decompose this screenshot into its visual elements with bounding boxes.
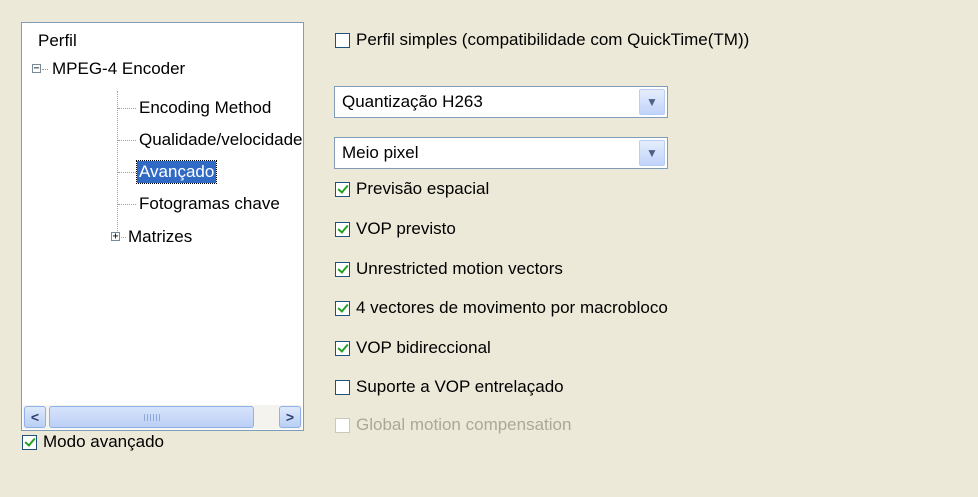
chevron-down-icon[interactable]: ▼ [639, 140, 665, 166]
expand-icon[interactable]: + [111, 232, 120, 242]
tree-connector [118, 204, 136, 205]
checkmark-icon[interactable] [335, 181, 350, 197]
checkmark-icon[interactable] [22, 434, 37, 450]
scroll-right-button[interactable]: > [279, 406, 301, 428]
scroll-left-button[interactable]: < [24, 406, 46, 428]
option-label: VOP previsto [356, 219, 456, 238]
grip-icon [144, 414, 160, 421]
option-label: Previsão espacial [356, 179, 490, 198]
quantization-value: Quantização H263 [342, 92, 483, 111]
option-label: Unrestricted motion vectors [356, 259, 563, 278]
checkmark-icon[interactable] [335, 300, 350, 316]
option-label: Suporte a VOP entrelaçado [356, 377, 564, 396]
checkbox-icon[interactable] [335, 32, 350, 48]
chevron-down-icon[interactable]: ▼ [639, 89, 665, 115]
tree-item-qualidade[interactable]: Qualidade/velocidade [139, 129, 303, 151]
checkmark-icon[interactable] [335, 221, 350, 237]
tree-item-perfil[interactable]: Perfil [38, 30, 77, 52]
advanced-mode-label: Modo avançado [43, 432, 164, 451]
global-motion-checkbox: Global motion compensation [335, 414, 571, 436]
tree-connector [121, 237, 126, 238]
tree-connector [118, 140, 136, 141]
unrestricted-mv-checkbox[interactable]: Unrestricted motion vectors [335, 258, 563, 280]
interlaced-vop-checkbox[interactable]: Suporte a VOP entrelaçado [335, 376, 564, 398]
tree-connector [42, 69, 48, 70]
option-label: VOP bidireccional [356, 338, 491, 357]
simple-profile-checkbox[interactable]: Perfil simples (compatibilidade com Quic… [335, 29, 749, 51]
checkmark-icon[interactable] [335, 261, 350, 277]
horizontal-scrollbar[interactable]: < > [23, 405, 302, 429]
tree-connector [118, 108, 136, 109]
checkmark-icon[interactable] [335, 340, 350, 356]
predicted-vop-checkbox[interactable]: VOP previsto [335, 218, 456, 240]
checkbox-icon [335, 417, 350, 433]
tree-item-mpeg4-encoder[interactable]: MPEG-4 Encoder [52, 58, 185, 80]
profile-tree[interactable]: Perfil − MPEG-4 Encoder Encoding Method … [21, 22, 304, 431]
simple-profile-label: Perfil simples (compatibilidade com Quic… [356, 30, 750, 49]
four-mv-checkbox[interactable]: 4 vectores de movimento por macrobloco [335, 297, 668, 319]
collapse-icon[interactable]: − [32, 64, 41, 74]
tree-item-encoding-method[interactable]: Encoding Method [139, 97, 271, 119]
tree-item-avancado[interactable]: Avançado [135, 160, 218, 184]
tree-item-fotogramas-chave[interactable]: Fotogramas chave [139, 193, 280, 215]
tree-item-matrizes[interactable]: Matrizes [128, 226, 192, 248]
scroll-thumb[interactable] [49, 406, 254, 428]
tree-connector [118, 172, 136, 173]
option-label: Global motion compensation [356, 415, 572, 434]
pixel-precision-value: Meio pixel [342, 143, 419, 162]
spatial-prediction-checkbox[interactable]: Previsão espacial [335, 178, 489, 200]
tree-connector [117, 91, 118, 237]
advanced-mode-checkbox[interactable]: Modo avançado [22, 431, 164, 453]
quantization-select[interactable]: Quantização H263 ▼ [334, 86, 668, 118]
pixel-precision-select[interactable]: Meio pixel ▼ [334, 137, 668, 169]
bidirectional-vop-checkbox[interactable]: VOP bidireccional [335, 337, 491, 359]
option-label: 4 vectores de movimento por macrobloco [356, 298, 668, 317]
checkbox-icon[interactable] [335, 379, 350, 395]
